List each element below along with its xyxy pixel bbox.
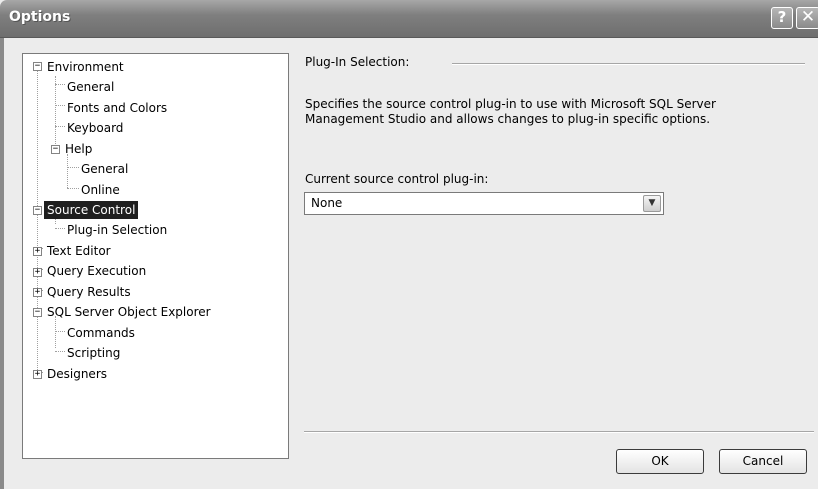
- tree-connector: [55, 76, 56, 144]
- tree-item-keyboard[interactable]: Keyboard: [67, 119, 123, 137]
- tree-item-sql-server-object-explorer[interactable]: SQL Server Object Explorer: [47, 303, 211, 321]
- footer-divider: [304, 431, 814, 433]
- tree-item-scripting[interactable]: Scripting: [67, 344, 120, 362]
- description-text: Specifies the source control plug-in to …: [305, 97, 716, 126]
- collapse-icon[interactable]: −: [51, 145, 60, 154]
- tree-connector: [67, 188, 79, 189]
- tree-item-help-general[interactable]: General: [81, 160, 128, 178]
- ok-button[interactable]: OK: [616, 449, 704, 474]
- tree-connector: [67, 154, 68, 188]
- expand-icon[interactable]: +: [33, 288, 42, 297]
- tree-connector: [55, 331, 65, 332]
- window-title: Options: [9, 9, 71, 25]
- tree-connector: [55, 105, 65, 106]
- window-frame: [0, 38, 4, 489]
- tree-item-designers[interactable]: Designers: [47, 365, 107, 383]
- tree-item-help-online[interactable]: Online: [81, 181, 120, 199]
- tree-item-query-results[interactable]: Query Results: [47, 283, 131, 301]
- tree-connector: [55, 84, 65, 85]
- section-divider: [452, 63, 805, 65]
- tree-connector: [55, 351, 65, 352]
- collapse-icon[interactable]: −: [33, 206, 42, 215]
- plugin-label: Current source control plug-in:: [305, 172, 489, 186]
- collapse-icon[interactable]: −: [33, 308, 42, 317]
- tree-item-environment-general[interactable]: General: [67, 78, 114, 96]
- tree-item-help[interactable]: Help: [65, 140, 92, 158]
- tree-connector: [67, 167, 79, 168]
- expand-icon[interactable]: +: [33, 247, 42, 256]
- chevron-down-icon[interactable]: ▼: [643, 195, 661, 212]
- section-title: Plug-In Selection:: [305, 55, 410, 69]
- tree-item-commands[interactable]: Commands: [67, 324, 135, 342]
- collapse-icon[interactable]: −: [33, 62, 42, 71]
- tree-item-source-control[interactable]: Source Control: [44, 201, 139, 219]
- help-button[interactable]: ?: [771, 7, 793, 29]
- cancel-button[interactable]: Cancel: [719, 449, 807, 474]
- tree-item-plugin-selection[interactable]: Plug-in Selection: [67, 221, 167, 239]
- close-button[interactable]: ✕: [796, 7, 818, 29]
- tree-item-fonts-and-colors[interactable]: Fonts and Colors: [67, 99, 167, 117]
- tree-connector: [37, 68, 38, 208]
- tree-connector: [55, 228, 65, 229]
- expand-icon[interactable]: +: [33, 370, 42, 379]
- options-tree[interactable]: − − − + + + − + Environment General Font…: [22, 53, 289, 459]
- tree-item-text-editor[interactable]: Text Editor: [47, 242, 111, 260]
- tree-connector: [55, 126, 65, 127]
- plugin-select[interactable]: None ▼: [304, 192, 664, 215]
- tree-item-query-execution[interactable]: Query Execution: [47, 262, 146, 280]
- plugin-select-value: None: [311, 196, 343, 210]
- title-bar[interactable]: Options ? ✕: [0, 0, 818, 38]
- expand-icon[interactable]: +: [33, 268, 42, 277]
- tree-item-environment[interactable]: Environment: [47, 58, 124, 76]
